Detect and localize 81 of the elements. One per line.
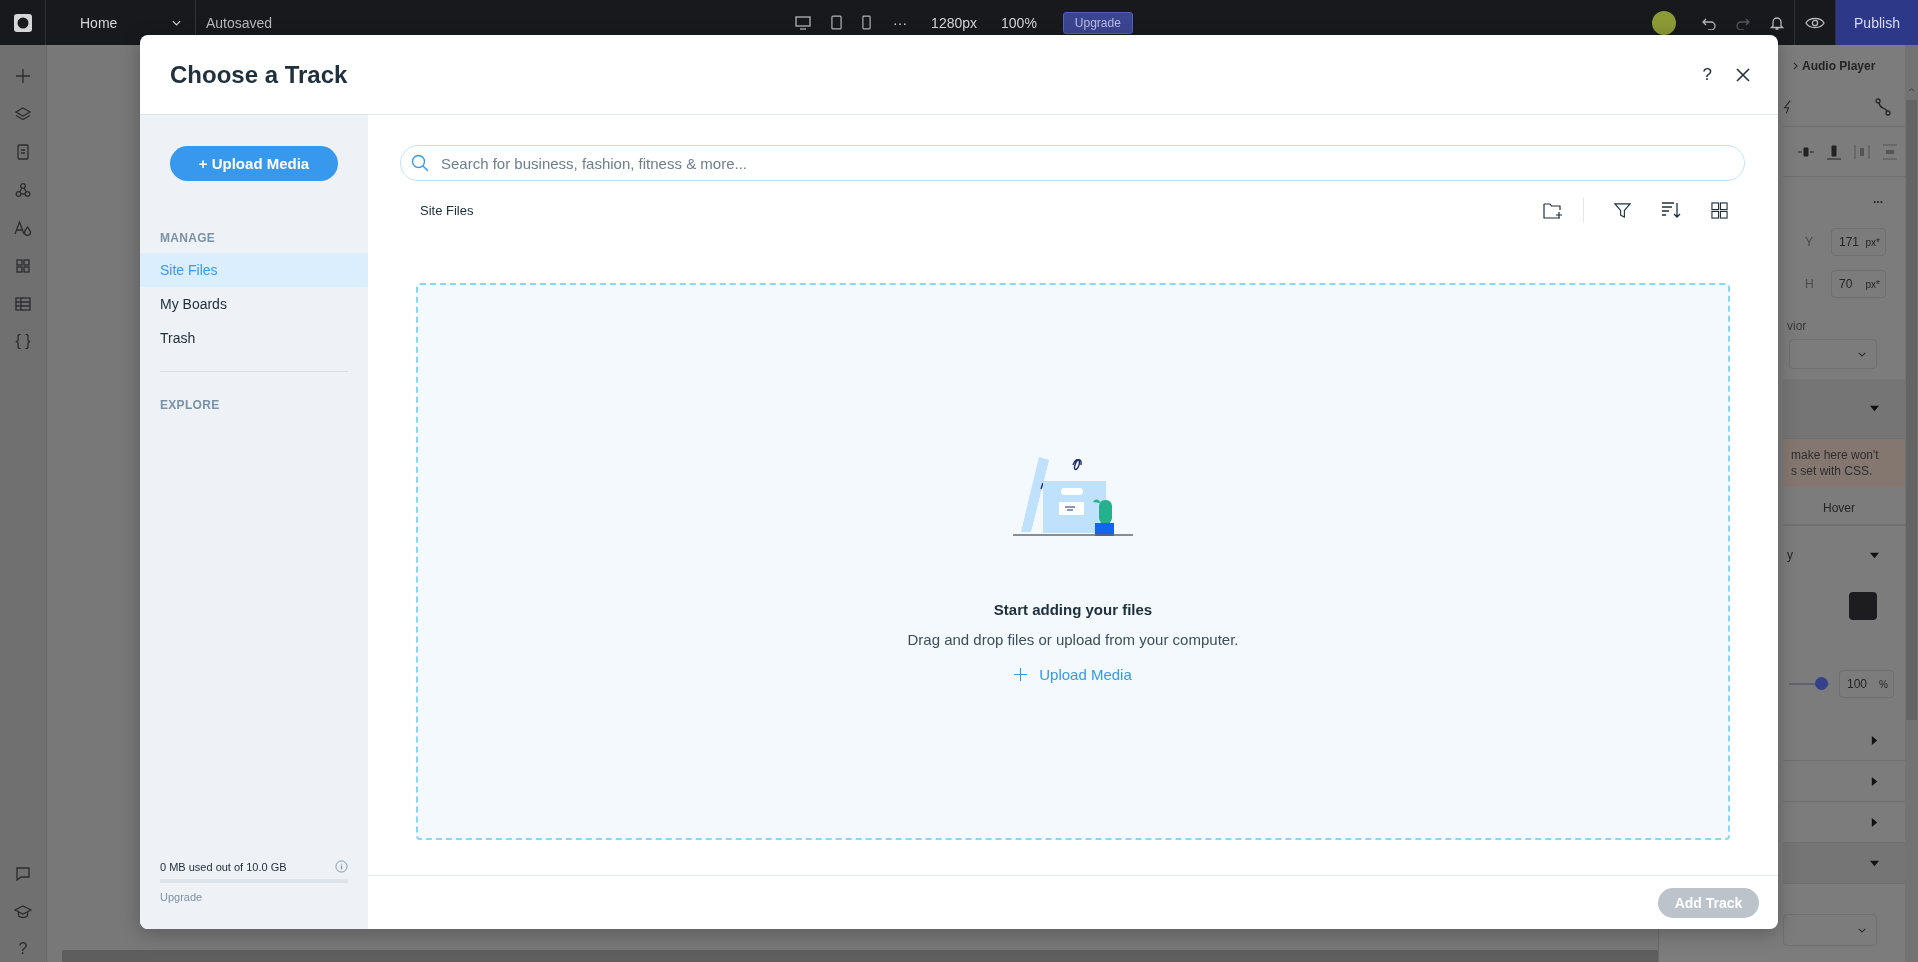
sidebar-item[interactable]: Trash xyxy=(140,321,368,355)
field-label: vior xyxy=(1786,318,1808,335)
layers-icon[interactable] xyxy=(14,105,32,123)
number-field[interactable]: 171 px* xyxy=(1831,228,1886,256)
number-field[interactable]: 100 % xyxy=(1839,670,1894,698)
section-label: y xyxy=(1787,548,1793,562)
field-value: 171 xyxy=(1839,235,1860,249)
page-icon[interactable] xyxy=(14,143,32,161)
dialog-title: Choose a Track xyxy=(170,60,349,89)
unit-label: % xyxy=(1879,678,1888,690)
user-avatar[interactable] xyxy=(1652,10,1676,35)
bell-icon[interactable] xyxy=(1770,14,1784,31)
field-value: 70 xyxy=(1839,277,1853,291)
slider-thumb[interactable] xyxy=(1815,677,1828,690)
sidebar-item[interactable]: My Boards xyxy=(140,287,368,321)
save-status: Autosaved xyxy=(205,14,273,31)
help-button[interactable]: ? xyxy=(18,940,28,958)
grid-icon[interactable] xyxy=(14,257,32,275)
upgrade-badge[interactable]: Upgrade xyxy=(1062,11,1133,34)
help-button[interactable]: ? xyxy=(1702,64,1712,85)
caret-icon xyxy=(1858,351,1866,357)
section-heading: EXPLORE xyxy=(159,398,221,412)
breadcrumb[interactable]: Audio Player xyxy=(1802,59,1876,73)
expand-triangle-icon[interactable] xyxy=(1870,776,1879,786)
storage-usage: 0 MB used out of 10.0 GB xyxy=(160,860,287,873)
canvas-width[interactable]: 1280px xyxy=(919,14,990,31)
table-icon[interactable] xyxy=(14,295,32,313)
plus-icon[interactable] xyxy=(14,67,32,85)
route-icon[interactable] xyxy=(1875,97,1891,116)
field-value: 100 xyxy=(1847,677,1868,691)
breadcrumb: Site Files xyxy=(420,202,475,218)
chat-icon[interactable] xyxy=(14,865,32,883)
logo-icon[interactable] xyxy=(12,12,33,33)
drop-zone[interactable]: Start adding your files Drag and drop files or upload from your computer. Upload Media xyxy=(416,283,1730,840)
sort-icon[interactable] xyxy=(1661,201,1681,219)
empty-state-subtitle: Drag and drop files or upload from your computer. xyxy=(907,631,1239,648)
close-icon[interactable] xyxy=(1736,67,1750,82)
opacity-slider[interactable] xyxy=(1789,677,1829,691)
eye-icon[interactable] xyxy=(1805,15,1825,30)
number-field[interactable]: 70 px* xyxy=(1831,270,1886,298)
zoom-selector[interactable]: 100% xyxy=(989,14,1049,31)
caret-icon xyxy=(172,19,181,26)
expand-triangle-icon[interactable] xyxy=(1870,735,1879,745)
state-tab[interactable]: Hover xyxy=(1823,501,1855,515)
unit-label: px* xyxy=(1865,236,1880,248)
scroll-up-icon[interactable] xyxy=(1908,87,1915,92)
graduation-cap-icon[interactable] xyxy=(14,903,32,921)
text-drop-icon[interactable] xyxy=(14,219,32,237)
empty-state-title: Start adding your files xyxy=(993,601,1153,618)
sidebar-item[interactable]: Site Files xyxy=(140,253,368,287)
nodes-icon[interactable] xyxy=(14,181,32,199)
upload-media-link[interactable]: Upload Media xyxy=(1008,665,1138,684)
upgrade-link[interactable]: Upgrade xyxy=(160,891,203,903)
unit-label: px* xyxy=(1865,278,1880,290)
align-bottom-icon[interactable] xyxy=(1825,142,1843,161)
mobile-icon[interactable] xyxy=(862,15,872,30)
horizontal-scrollbar[interactable] xyxy=(62,950,1658,962)
section-heading: MANAGE xyxy=(159,231,217,245)
search-icon xyxy=(411,154,429,172)
lightning-icon[interactable] xyxy=(1783,97,1791,116)
publish-button[interactable]: Publish xyxy=(1836,0,1918,45)
tablet-icon[interactable] xyxy=(831,15,843,30)
collapse-triangle-icon[interactable] xyxy=(1870,858,1879,868)
search-input[interactable]: Search for business, fashion, fitness & more... xyxy=(439,153,1744,173)
more-options[interactable]: ... xyxy=(1783,177,1905,221)
plus-icon xyxy=(1014,668,1028,681)
color-swatch[interactable] xyxy=(1849,592,1877,620)
scrollbar-thumb[interactable] xyxy=(1906,100,1917,720)
upload-media-button[interactable]: + Upload Media xyxy=(170,146,338,181)
chevron-icon xyxy=(1793,62,1798,70)
warning-message: make here won't s set with CSS. xyxy=(1783,439,1905,487)
grid-view-icon[interactable] xyxy=(1711,201,1728,219)
collapse-triangle-icon[interactable] xyxy=(1870,550,1879,560)
collapse-triangle-icon[interactable] xyxy=(1870,404,1879,413)
new-folder-icon[interactable] xyxy=(1543,201,1563,219)
desktop-icon[interactable] xyxy=(795,15,812,30)
more-button[interactable]: ··· xyxy=(881,14,920,31)
caret-icon xyxy=(1858,927,1866,933)
filter-icon[interactable] xyxy=(1614,201,1631,219)
expand-triangle-icon[interactable] xyxy=(1870,817,1879,827)
code-button[interactable]: { } xyxy=(15,332,31,350)
